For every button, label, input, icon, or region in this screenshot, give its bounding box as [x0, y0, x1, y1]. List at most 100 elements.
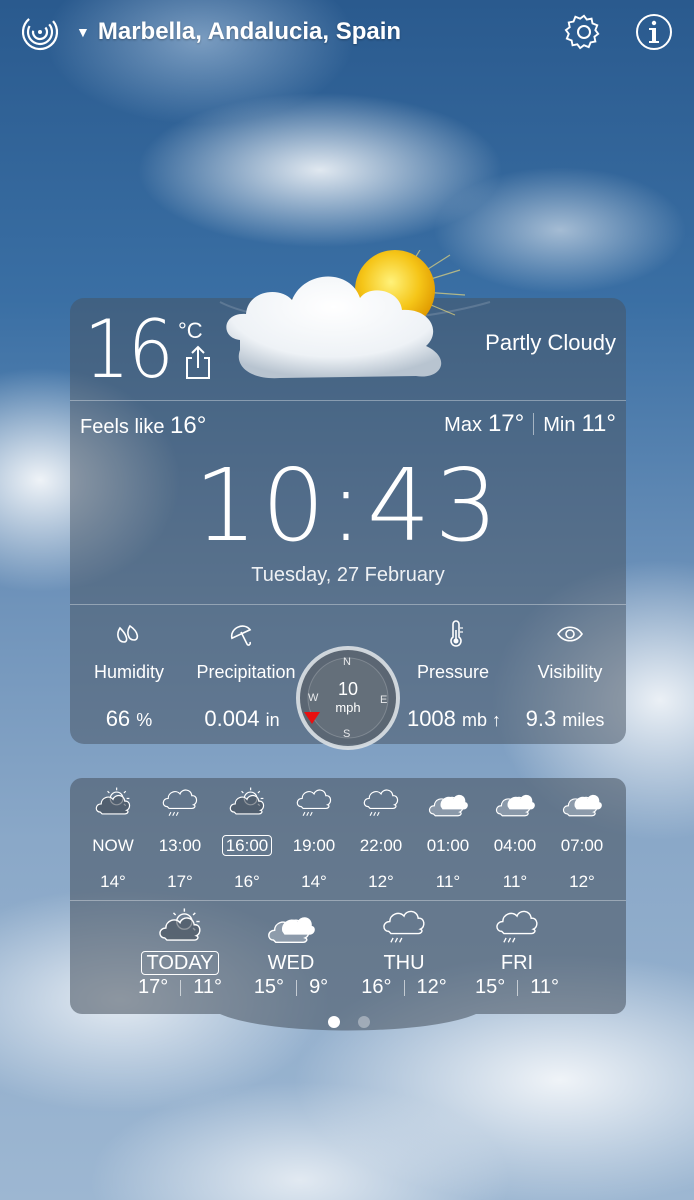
- divider: [70, 900, 626, 901]
- min-value: 11°: [581, 410, 616, 437]
- separator: [403, 979, 405, 996]
- divider: [70, 604, 626, 605]
- humidity-number: 66: [105, 706, 131, 731]
- cloud-rain-icon: [160, 786, 200, 820]
- hourly-time[interactable]: 19:00: [279, 836, 349, 856]
- precipitation-number: 0.004: [204, 706, 260, 731]
- humidity-unit: %: [136, 710, 153, 730]
- hourly-time[interactable]: NOW: [78, 836, 148, 856]
- min-label: Min: [543, 414, 576, 436]
- condition-label: Partly Cloudy: [485, 330, 616, 355]
- hourly-time[interactable]: 04:00: [480, 836, 550, 856]
- hourly-temp: 11°: [435, 872, 461, 891]
- visibility-unit: miles: [562, 710, 605, 730]
- max-min: Max 17° Min 11°: [444, 410, 616, 438]
- hourly-time-label: 22:00: [359, 836, 403, 855]
- compass-south: S: [343, 728, 351, 740]
- location-selector[interactable]: ▼ Marbella, Andalucia, Spain: [76, 14, 401, 50]
- visibility-number: 9.3: [525, 706, 557, 731]
- pressure-label: Pressure: [416, 662, 490, 682]
- gear-icon[interactable]: [564, 12, 604, 52]
- sun-cloud-icon: [93, 786, 133, 820]
- cloud-rain-icon: [361, 786, 401, 820]
- temperature-unit: °C: [178, 318, 203, 343]
- thermometer-icon: [450, 620, 463, 647]
- max-label: Max: [444, 414, 482, 436]
- hourly-time[interactable]: 16:00: [212, 835, 282, 856]
- humidity-value: 66 %: [80, 706, 178, 732]
- hourly-temp: 12°: [569, 872, 595, 891]
- current-temperature: 16: [84, 303, 174, 396]
- daily-temps: 17° 11°: [125, 976, 235, 999]
- info-icon[interactable]: [634, 12, 674, 52]
- location-label: Marbella, Andalucia, Spain: [97, 18, 402, 45]
- umbrella-icon: [230, 625, 252, 646]
- share-icon[interactable]: [184, 344, 212, 380]
- daily-max: 15°: [253, 976, 285, 998]
- hourly-time-label: 16:00: [221, 835, 273, 856]
- daily-day[interactable]: TODAY: [130, 951, 230, 975]
- pressure-value: 1008 mb ↑: [398, 706, 510, 732]
- top-bar: ▼ Marbella, Andalucia, Spain: [0, 0, 694, 64]
- humidity-drops-icon: [117, 624, 139, 643]
- hourly-time-label: 19:00: [292, 836, 336, 855]
- wind-unit: mph: [335, 700, 361, 715]
- radar-logo-icon[interactable]: [20, 12, 60, 52]
- daily-day[interactable]: WED: [241, 952, 341, 975]
- hourly-time[interactable]: 07:00: [547, 836, 617, 856]
- hourly-time-label: 13:00: [158, 836, 202, 855]
- hourly-temp: 17°: [167, 872, 193, 891]
- hourly-time[interactable]: 13:00: [145, 836, 215, 856]
- separator: [180, 979, 182, 996]
- daily-min: 11°: [193, 976, 222, 998]
- daily-day[interactable]: FRI: [467, 952, 567, 975]
- cloud-icon: [428, 786, 468, 820]
- feels-like: Feels like 16°: [80, 412, 206, 440]
- daily-min: 9°: [309, 976, 329, 998]
- wind-speed: 10: [337, 679, 359, 699]
- cloud-icon: [495, 786, 535, 820]
- separator: [533, 413, 535, 435]
- sun-cloud-icon: [227, 786, 267, 820]
- daily-temps: 15° 9°: [236, 976, 346, 999]
- eye-icon: [557, 626, 583, 642]
- hourly-time[interactable]: 22:00: [346, 836, 416, 856]
- feels-like-value: 16°: [170, 412, 207, 439]
- hourly-temp: 12°: [368, 872, 394, 891]
- cloud-rain-icon: [294, 786, 334, 820]
- pressure-unit: mb ↑: [462, 710, 502, 730]
- daily-min: 11°: [530, 976, 559, 998]
- visibility-value: 9.3 miles: [512, 706, 618, 732]
- visibility-label: Visibility: [537, 662, 603, 682]
- sun-cloud-illustration: [226, 250, 466, 379]
- cloud-icon: [562, 786, 602, 820]
- daily-day[interactable]: THU: [354, 952, 454, 975]
- precipitation-label: Precipitation: [196, 662, 296, 682]
- daily-max: 15°: [474, 976, 506, 998]
- hourly-temp: 11°: [502, 872, 528, 891]
- daily-day-label: TODAY: [141, 951, 219, 975]
- hourly-temp: 14°: [100, 872, 126, 891]
- hourly-temp: 14°: [301, 872, 327, 891]
- hourly-temp: 16°: [234, 872, 260, 891]
- date-label: Tuesday, 27 February: [251, 564, 445, 586]
- max-value: 17°: [487, 410, 525, 437]
- cloud-rain-icon: [493, 906, 541, 948]
- hourly-time[interactable]: 01:00: [413, 836, 483, 856]
- precipitation-unit: in: [265, 710, 280, 730]
- humidity-label: Humidity: [93, 662, 164, 682]
- daily-day-label: FRI: [500, 952, 534, 974]
- clock: 10:43: [193, 447, 503, 564]
- daily-temps: 16° 12°: [349, 976, 459, 999]
- page-dot[interactable]: [358, 1016, 370, 1028]
- daily-min: 12°: [416, 976, 447, 998]
- hourly-time-label: 07:00: [560, 836, 604, 855]
- page-dot[interactable]: [328, 1016, 340, 1028]
- sun-cloud-icon: [156, 906, 204, 948]
- precipitation-value: 0.004 in: [186, 706, 298, 732]
- separator: [517, 979, 519, 996]
- daily-temps: 15° 11°: [462, 976, 572, 999]
- cloud-rain-icon: [380, 906, 428, 948]
- daily-max: 17°: [137, 976, 169, 998]
- cloud-icon: [267, 906, 315, 948]
